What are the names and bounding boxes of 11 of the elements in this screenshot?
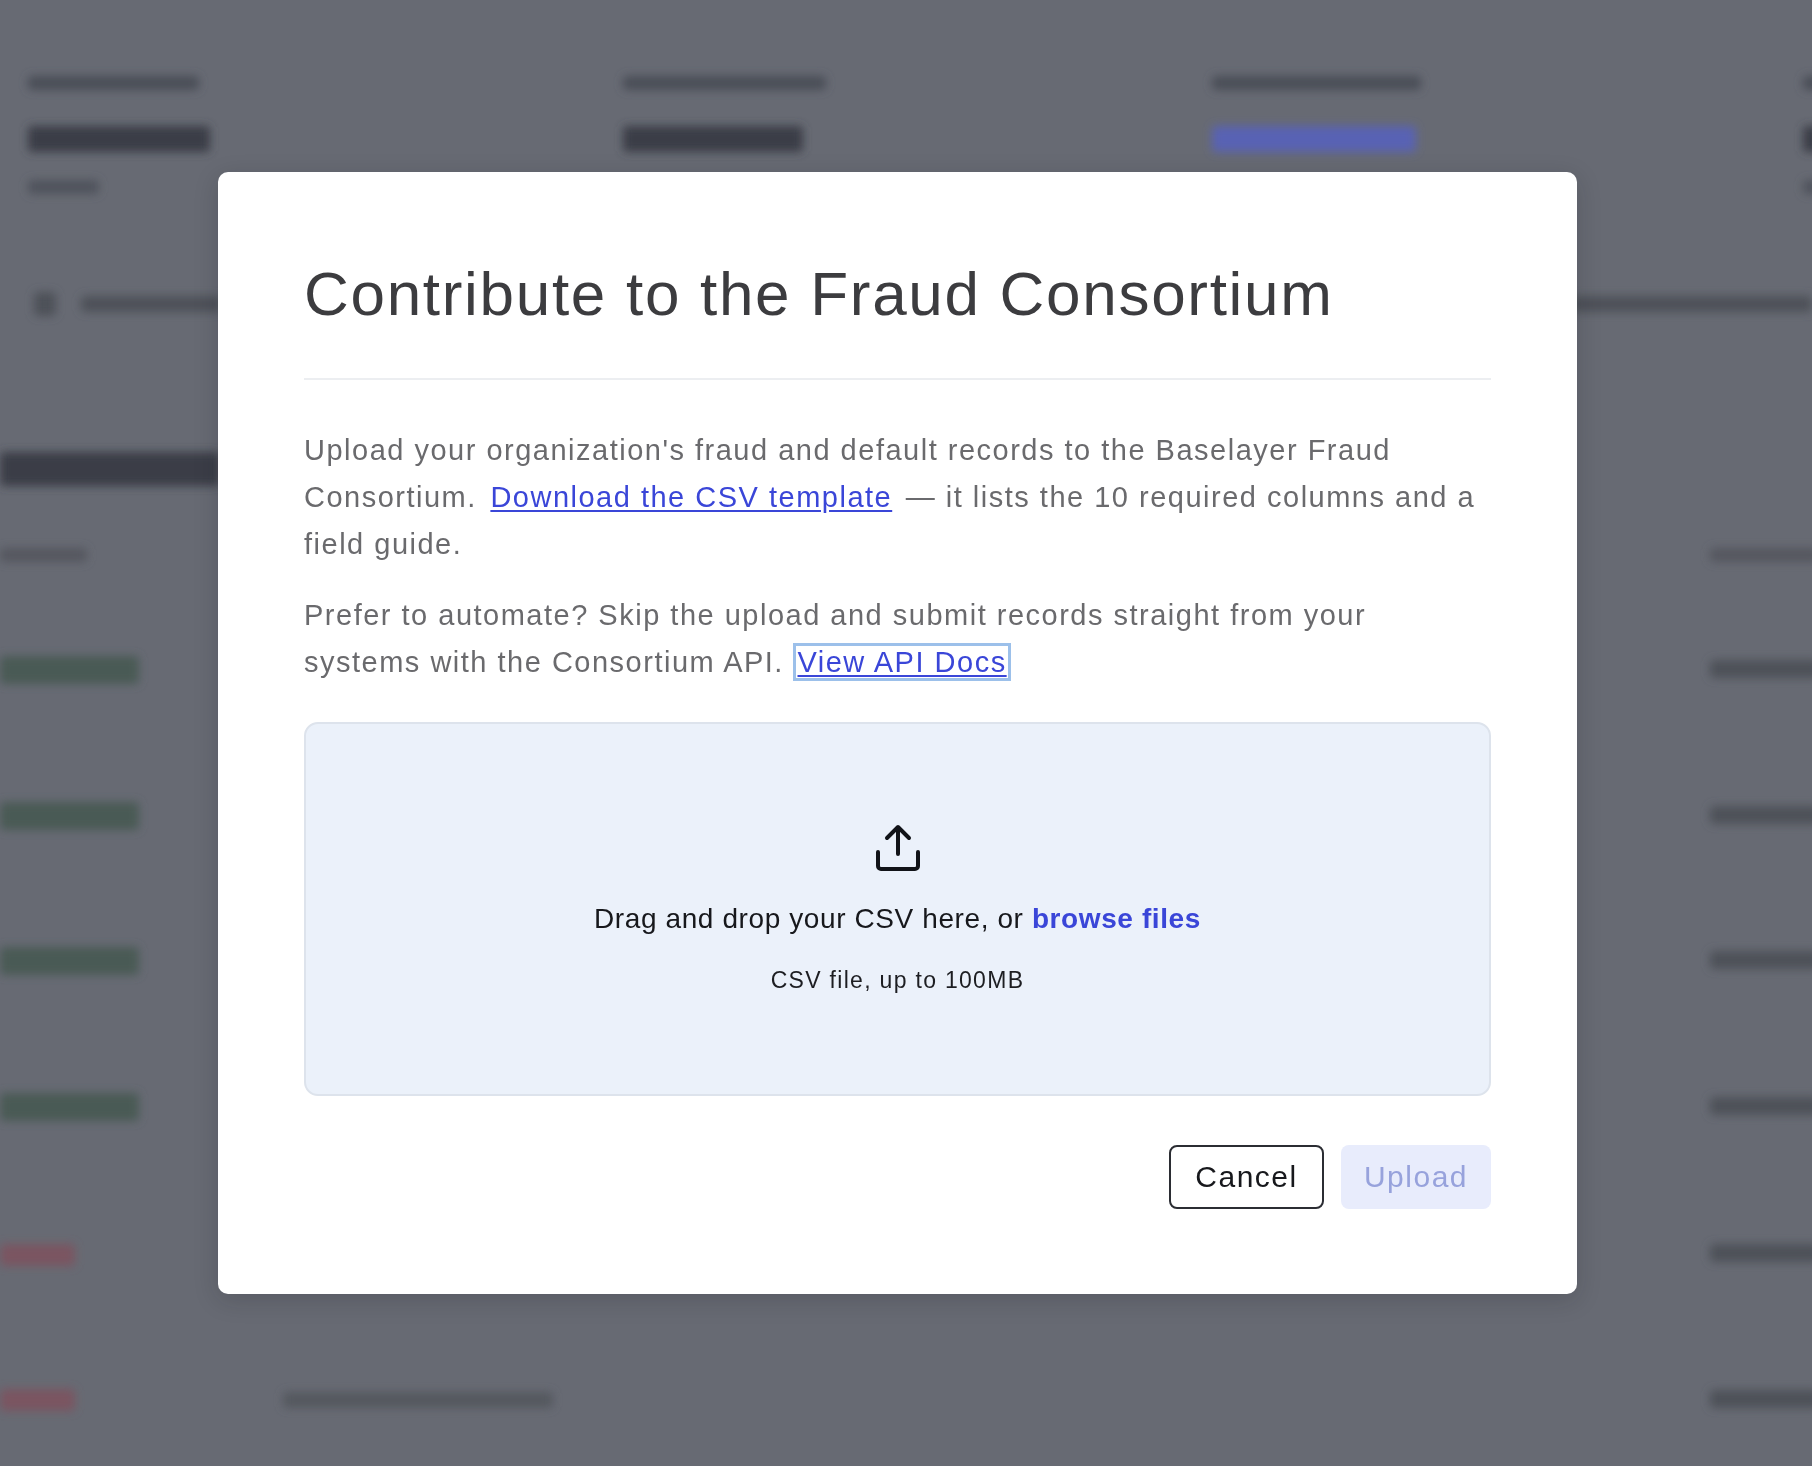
template-download-link[interactable]: Download the CSV template bbox=[486, 478, 897, 516]
dialog-title: Contribute to the Fraud Consortium bbox=[304, 258, 1335, 330]
file-limit-text: CSV file, up to 100MB bbox=[770, 965, 1025, 995]
upload-icon bbox=[873, 823, 922, 872]
description-text: Upload your organization's fraud and default records to the Baselayer Fraud Consortium. Download the CSV template — it lists the 10 required columns and a field guide. bbox=[304, 433, 1477, 562]
browse-files-link[interactable]: browse files bbox=[1031, 902, 1201, 934]
description-text: Prefer to automate? Skip the upload and submit records straight from your systems with the Consortium API. View API Docs bbox=[304, 592, 1491, 686]
api-docs-link[interactable]: View API Docs bbox=[793, 643, 1011, 681]
file-drop-zone[interactable]: Drag and drop your CSV here, or browse files CSV file, up to 100MB bbox=[304, 722, 1491, 1096]
cancel-button[interactable]: Cancel bbox=[1169, 1145, 1324, 1209]
drop-instruction-text: Drag and drop your CSV here, or browse files bbox=[594, 901, 1201, 936]
